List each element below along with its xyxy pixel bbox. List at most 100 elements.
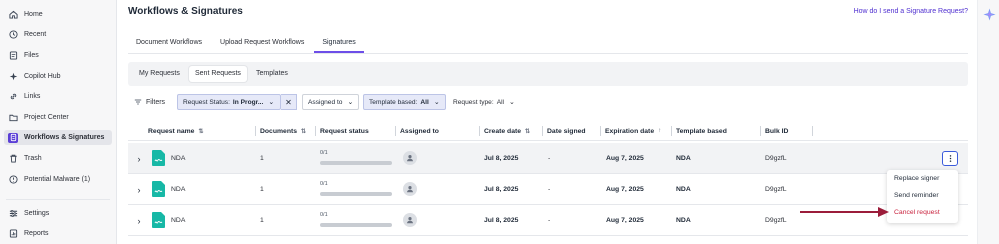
create-date: Jul 8, 2025 [484,155,519,162]
user-icon [407,186,413,193]
request-status-progress: 0/1 [320,212,394,227]
column-label: Request name [148,127,195,135]
documents-count: 1 [260,217,264,224]
page-title: Workflows & Signatures [128,6,243,17]
column-label: Bulk ID [765,127,789,135]
sidebar-item-settings[interactable]: Settings [4,206,112,221]
avatar [403,182,417,196]
sidebar-item-recent[interactable]: Recent [4,27,112,42]
template-based-label: Template based: [369,98,418,106]
request-type-filter[interactable]: Request type: All ⌄ [448,94,520,110]
files-icon [8,51,18,61]
home-icon [8,10,18,20]
progress-count: 0/1 [320,181,328,187]
column-separator [671,126,672,136]
subtab-templates[interactable]: Templates [250,66,294,82]
column-label: Documents [260,127,298,135]
documents-count: 1 [260,186,264,193]
request-type-value: All [496,98,505,106]
request-status-label: Request Status: [183,98,230,106]
menu-item-replace-signer[interactable]: Replace signer [894,175,939,182]
right-rail [977,0,999,244]
template-based-filter[interactable]: Template based: All ⌄ [363,94,446,110]
row-actions-menu: Replace signer Send reminder Cancel requ… [887,170,958,223]
bulk-id: D9gzfL [765,186,787,193]
sidebar-item-label: Potential Malware (1) [24,176,91,183]
request-name: NDA [171,217,186,224]
column-template-based[interactable]: Template based [676,121,727,141]
date-signed: - [548,155,551,162]
date-signed: - [548,186,551,193]
table-row[interactable]: › NDA 1 0/1 Jul 8, 2025 - Aug 7, 2025 ND… [128,174,968,205]
progress-bar [320,223,392,227]
sidebar-item-files[interactable]: Files [4,48,112,63]
reports-icon [8,229,18,239]
template-based: NDA [676,217,691,224]
sidebar-item-home[interactable]: Home [4,7,112,22]
project-icon [8,113,18,123]
request-name: NDA [171,186,186,193]
row-actions-button[interactable] [942,151,958,166]
request-name: NDA [171,155,186,162]
column-bulk-id[interactable]: Bulk ID [765,121,788,141]
table-row[interactable]: › NDA 1 0/1 Jul 8, 2025 - Aug 7, 2025 ND… [128,143,968,174]
create-date: Jul 8, 2025 [484,186,519,193]
settings-icon [8,209,18,219]
chevron-right-icon[interactable]: › [133,183,145,196]
sidebar-item-label: Workflows & Signatures [24,134,105,141]
sort-icon: ⇅ [198,128,204,135]
chevron-down-icon: ⌄ [509,99,515,106]
menu-item-send-reminder[interactable]: Send reminder [894,192,939,199]
subtab-sent-requests[interactable]: Sent Requests [189,66,247,82]
request-status-filter[interactable]: Request Status: In Progr... ⌄ [177,94,281,110]
sidebar-item-label: Links [24,93,41,100]
user-icon [407,217,413,224]
filters-button[interactable]: Filters [134,94,165,110]
sidebar-item-trash[interactable]: Trash [4,151,112,166]
sidebar-item-links[interactable]: Links [4,89,112,104]
column-request-name[interactable]: Request name ⇅ [148,121,204,141]
sidebar: Home Recent Files Copilot Hub Links Proj… [0,0,117,244]
column-separator [479,126,480,136]
table-header: Request name ⇅ Documents ⇅ Request status … [128,121,968,141]
clock-icon [8,30,18,40]
signature-document-icon [152,150,165,166]
request-status-progress: 0/1 [320,150,394,165]
sidebar-item-label: Trash [24,155,42,162]
column-date-signed[interactable]: Date signed [547,121,586,141]
sidebar-item-project-center[interactable]: Project Center [4,110,112,125]
chevron-down-icon: ⌄ [347,99,354,106]
subtab-my-requests[interactable]: My Requests [133,66,186,82]
clear-status-filter-button[interactable]: ✕ [281,94,297,110]
sidebar-item-label: Project Center [24,114,69,121]
sidebar-item-reports[interactable]: Reports [4,226,112,241]
assigned-to-filter[interactable]: Assigned to ⌄ [302,94,360,110]
copilot-sparkle-icon[interactable] [983,8,996,21]
column-label: Request status [320,127,369,135]
user-icon [407,155,413,162]
template-based-value: All [420,98,429,106]
avatar [403,151,417,165]
request-type-label: Request type: [453,98,494,106]
menu-item-cancel-request[interactable]: Cancel request [894,209,940,216]
sort-icon: ⇅ [525,128,531,135]
shield-icon [8,175,18,185]
column-documents[interactable]: Documents ⇅ [260,121,306,141]
template-based: NDA [676,155,691,162]
signature-document-icon [152,181,165,197]
chevron-right-icon[interactable]: › [133,214,145,227]
help-link[interactable]: How do I send a Signature Request? [854,8,968,15]
filters-bar: Filters Request Status: In Progr... ⌄ ✕ … [128,94,828,110]
chevron-right-icon[interactable]: › [133,152,145,165]
sidebar-item-potential-malware[interactable]: Potential Malware (1) [4,172,112,187]
sidebar-item-workflows-signatures[interactable]: Workflows & Signatures [4,130,112,145]
assigned-to-label: Assigned to [308,98,343,106]
sidebar-item-label: Settings [24,210,50,217]
column-expiration-date[interactable]: Expiration date ↑ [605,121,661,141]
column-request-status[interactable]: Request status [320,121,369,141]
column-create-date[interactable]: Create date ⇅ [484,121,530,141]
column-separator [255,126,256,136]
sidebar-item-copilot-hub[interactable]: Copilot Hub [4,69,112,84]
sidebar-item-label: Copilot Hub [24,73,61,80]
column-assigned-to[interactable]: Assigned to [400,121,439,141]
